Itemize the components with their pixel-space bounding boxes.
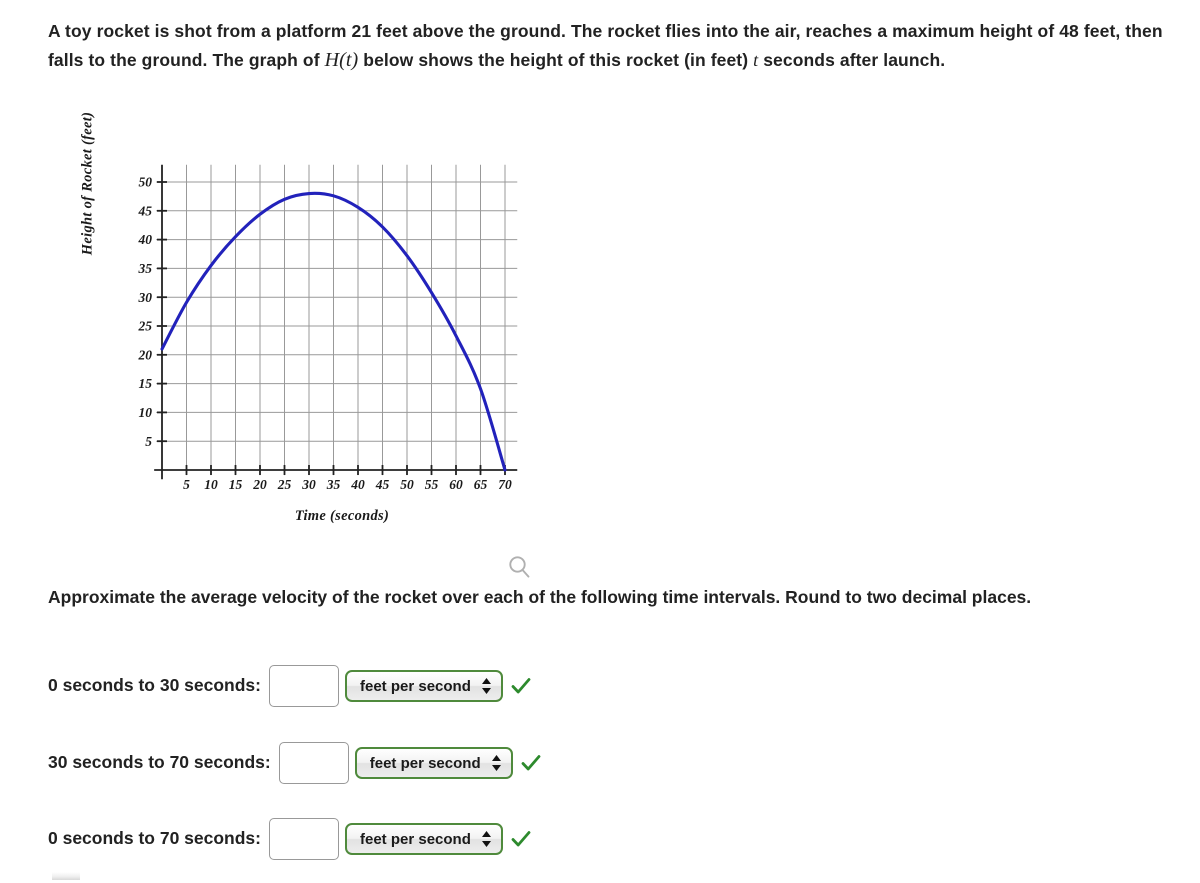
problem-text-part2: below shows the height of this rocket (i… — [358, 49, 754, 70]
chart-x-tick-labels: 5 10 15 20 25 30 35 40 45 50 55 60 65 70 — [183, 477, 512, 492]
svg-text:25: 25 — [138, 319, 153, 334]
answer-row-label: 30 seconds to 70 seconds: — [48, 752, 271, 773]
unit-dropdown-2[interactable]: feet per second — [345, 823, 503, 855]
svg-text:30: 30 — [301, 477, 316, 492]
correct-check-icon — [511, 831, 531, 847]
answer-row: 0 seconds to 30 seconds: feet per second — [48, 660, 532, 712]
svg-text:45: 45 — [375, 477, 390, 492]
svg-text:70: 70 — [498, 477, 512, 492]
svg-text:35: 35 — [326, 477, 341, 492]
correct-check-icon — [511, 678, 531, 694]
chart-axes — [154, 164, 518, 480]
svg-text:30: 30 — [138, 290, 153, 305]
svg-text:40: 40 — [138, 232, 153, 247]
svg-text:10: 10 — [204, 477, 218, 492]
svg-text:60: 60 — [449, 477, 463, 492]
unit-dropdown-0[interactable]: feet per second — [345, 670, 503, 702]
unit-dropdown-label: feet per second — [360, 677, 471, 695]
svg-text:50: 50 — [400, 477, 414, 492]
svg-text:20: 20 — [252, 477, 267, 492]
answer-row-label: 0 seconds to 70 seconds: — [48, 828, 261, 849]
svg-text:10: 10 — [139, 405, 153, 420]
svg-text:35: 35 — [138, 261, 153, 276]
svg-text:20: 20 — [138, 347, 153, 362]
magnifier-icon[interactable] — [503, 551, 537, 585]
svg-text:15: 15 — [139, 376, 153, 391]
correct-check-icon — [521, 755, 541, 771]
problem-statement: A toy rocket is shot from a platform 21 … — [48, 18, 1172, 75]
svg-text:65: 65 — [474, 477, 488, 492]
instruction-text: Approximate the average velocity of the … — [48, 587, 1032, 607]
svg-text:45: 45 — [138, 203, 153, 218]
updown-stepper-icon[interactable] — [481, 830, 492, 848]
svg-text:25: 25 — [277, 477, 292, 492]
answer-row: 0 seconds to 70 seconds: feet per second — [48, 813, 532, 865]
answer-row-label: 0 seconds to 30 seconds: — [48, 675, 261, 696]
function-symbol: H(t) — [324, 48, 359, 71]
updown-stepper-icon[interactable] — [491, 754, 502, 772]
svg-text:40: 40 — [350, 477, 365, 492]
chart-y-tick-labels: 5 10 15 20 25 30 35 40 45 50 — [138, 175, 153, 449]
unit-dropdown-1[interactable]: feet per second — [354, 747, 513, 779]
unit-dropdown-label: feet per second — [360, 830, 471, 848]
chart-plot-area: 5101520253035404550 5 10 15 20 25 30 35 40 45 50 5… — [138, 164, 518, 492]
unit-dropdown-label: feet per second — [369, 754, 481, 772]
svg-text:15: 15 — [229, 477, 243, 492]
answer-input-2[interactable] — [269, 818, 339, 860]
answer-input-1[interactable] — [278, 742, 349, 784]
svg-text:55: 55 — [425, 477, 439, 492]
svg-text:5: 5 — [183, 477, 190, 492]
svg-text:50: 50 — [139, 175, 153, 190]
chart-horizontal-gridlines — [156, 181, 518, 442]
answer-input-0[interactable] — [269, 665, 339, 707]
answer-row: 30 seconds to 70 seconds: feet per secon… — [48, 737, 542, 789]
updown-stepper-icon[interactable] — [481, 677, 492, 695]
chart-y-axis-label: Height of Rocket (feet) — [79, 111, 96, 256]
page-bottom-artifact — [52, 872, 80, 880]
problem-text-part3: seconds after launch. — [758, 49, 946, 70]
svg-text:5: 5 — [145, 434, 152, 449]
